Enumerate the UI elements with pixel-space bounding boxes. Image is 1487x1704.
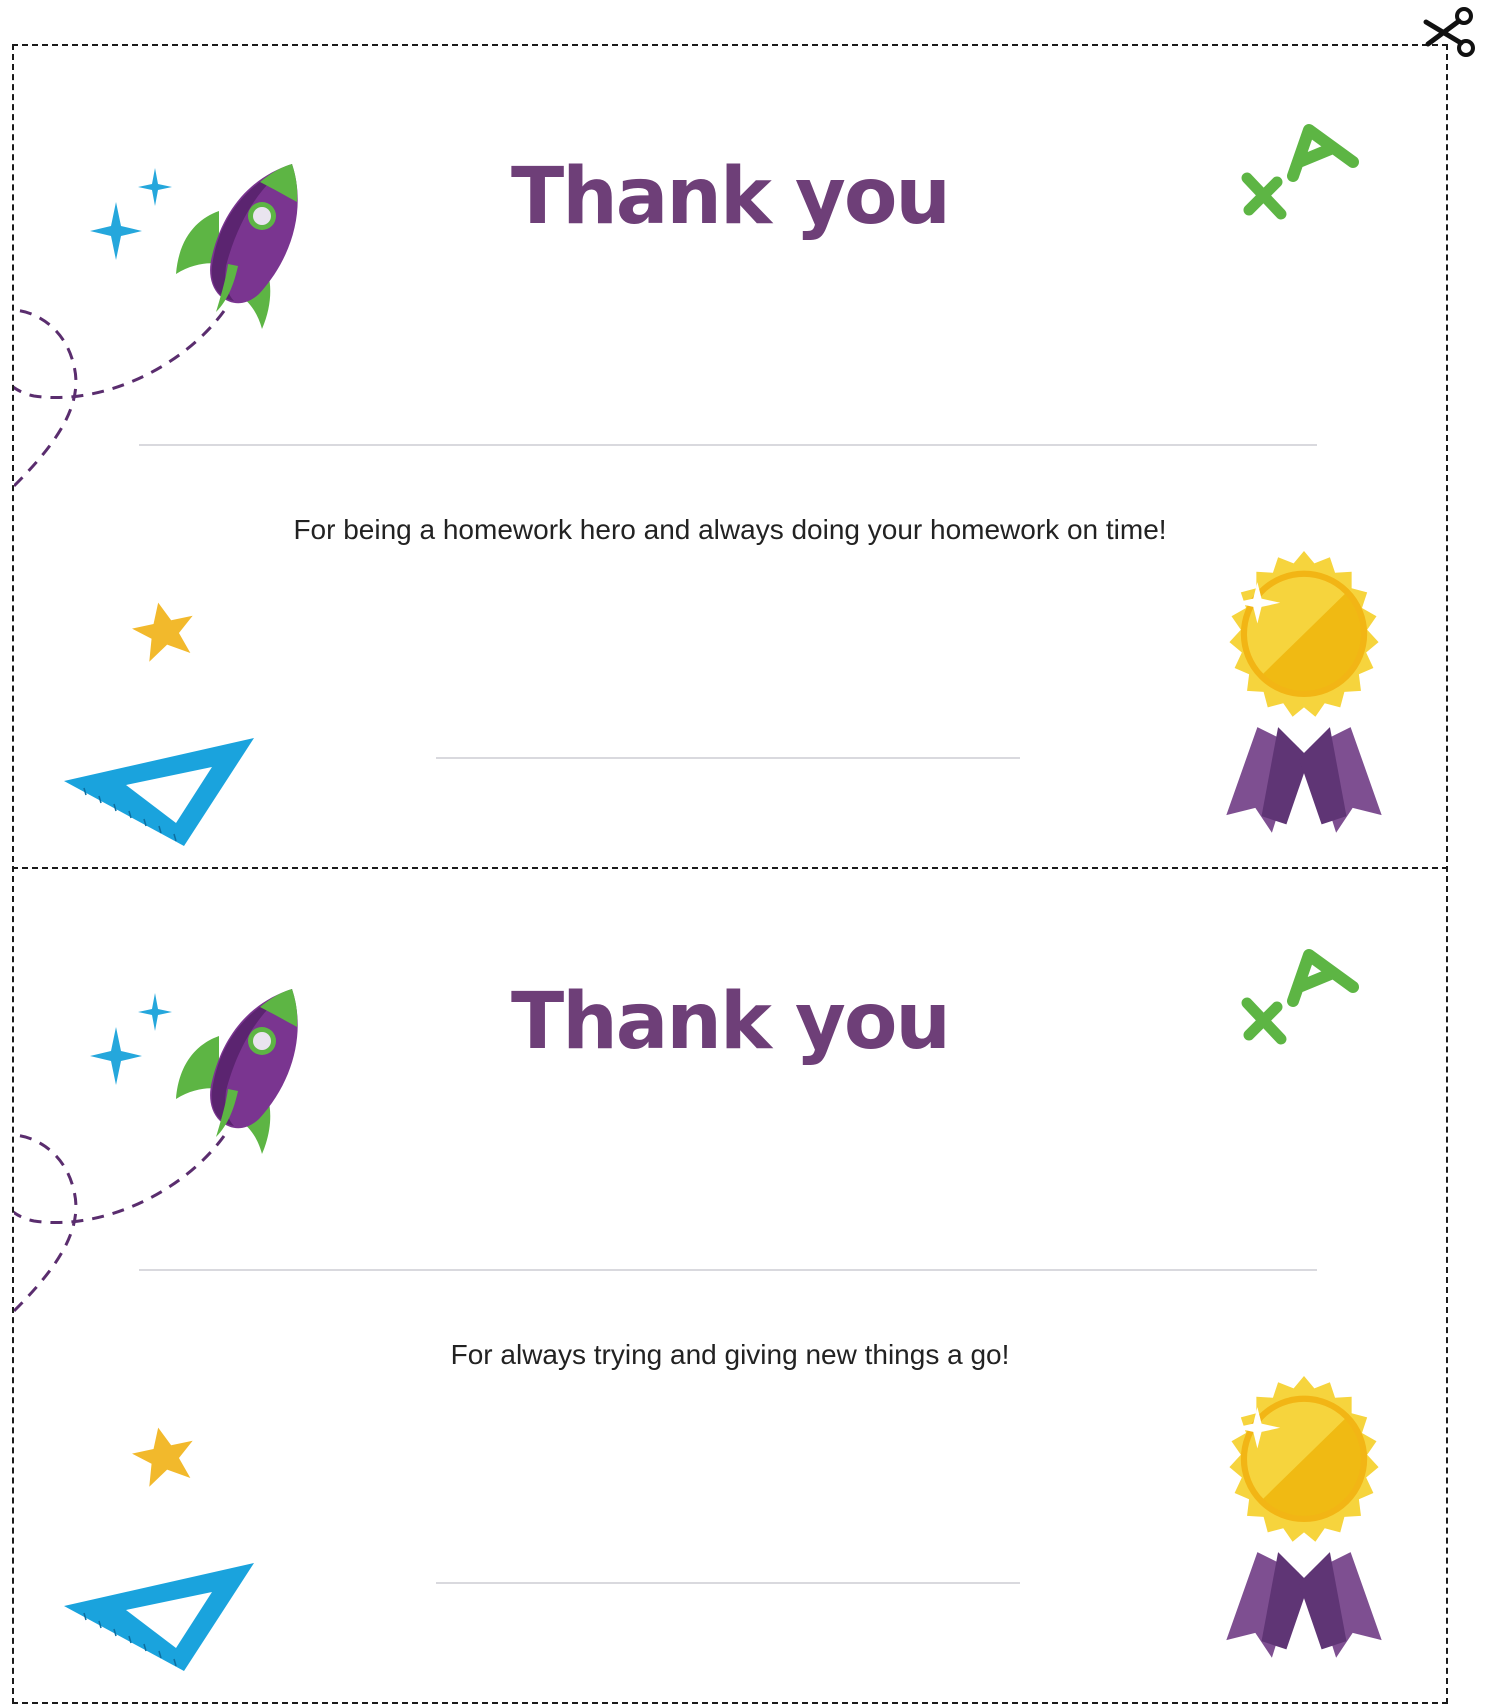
card-title: Thank you xyxy=(511,152,951,242)
signature-line xyxy=(436,757,1020,759)
star-icon xyxy=(127,596,201,664)
award-medal-icon xyxy=(1194,1376,1414,1666)
signature-line xyxy=(436,1582,1020,1584)
printable-sheet: Thank you For being a homework hero and … xyxy=(0,0,1487,1704)
set-square-icon xyxy=(63,737,254,846)
card-title: Thank you xyxy=(511,977,951,1067)
card-message: For being a homework hero and always doi… xyxy=(293,514,1167,545)
thank-you-card: Thank you For being a homework hero and … xyxy=(14,46,1446,868)
recipient-name-line xyxy=(139,1269,1317,1271)
star-icon xyxy=(127,1421,201,1489)
set-square-icon xyxy=(63,1562,254,1671)
recipient-name-line xyxy=(139,444,1317,446)
award-medal-icon xyxy=(1194,551,1414,841)
thank-you-card: Thank you For always trying and giving n… xyxy=(14,871,1446,1693)
card-message: For always trying and giving new things … xyxy=(450,1339,1010,1370)
